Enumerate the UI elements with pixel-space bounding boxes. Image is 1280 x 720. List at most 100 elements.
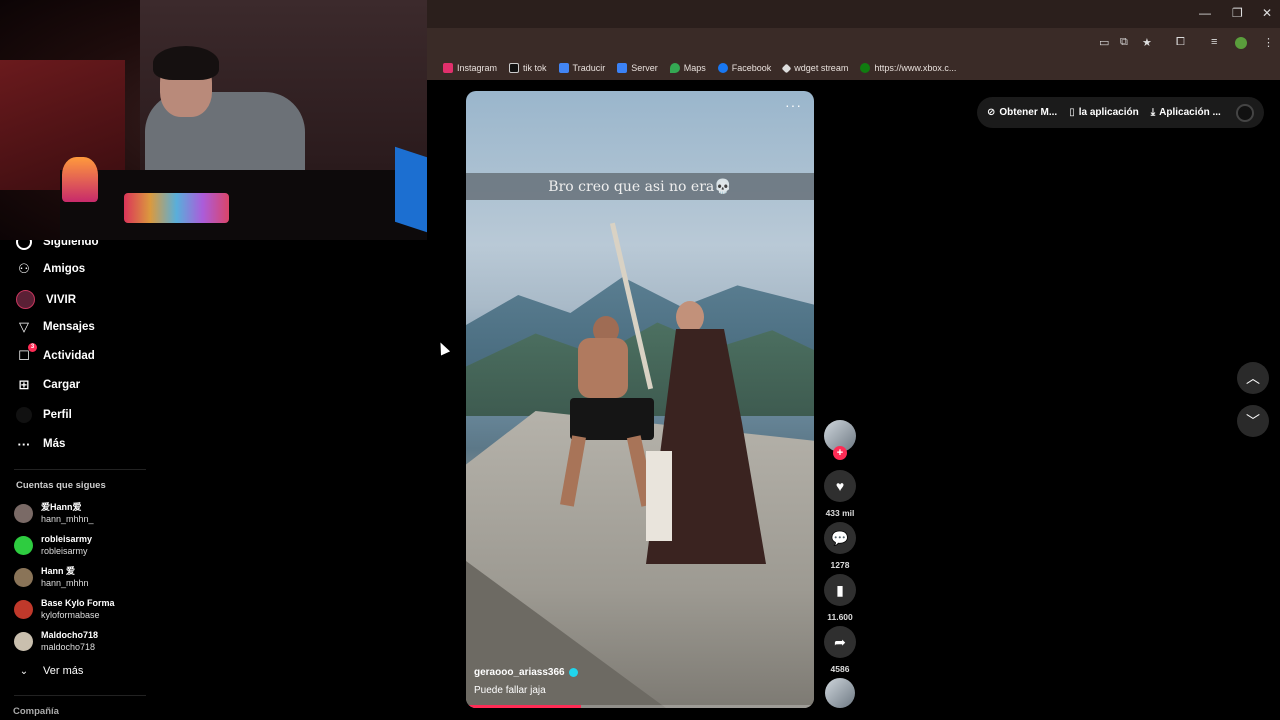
pill-label: Aplicación ... xyxy=(1159,107,1221,118)
get-app-button[interactable]: ▯ la aplicación xyxy=(1069,107,1139,118)
account-handle: maldocho718 xyxy=(41,642,96,652)
sidebar-item-label: Amigos xyxy=(43,263,86,275)
video-description: Puede fallar jaja xyxy=(474,685,546,696)
bookmark-tiktok[interactable]: tik tok xyxy=(503,58,553,78)
bookmark-label: wdget stream xyxy=(794,63,849,73)
bookmark-label: https://www.xbox.c... xyxy=(874,63,957,73)
bookmark-star-icon[interactable]: ★ xyxy=(1142,36,1152,49)
bookmark-widget-stream[interactable]: wdget stream xyxy=(777,58,854,78)
save-count: 11.600 xyxy=(827,612,853,622)
share-button[interactable]: ➦ 4586 xyxy=(822,626,858,674)
restore-icon[interactable]: ❐ xyxy=(1232,6,1243,20)
media-icon[interactable]: ≡ xyxy=(1211,36,1217,48)
fighter-torso xyxy=(578,338,628,398)
account-handle: kyloformabase xyxy=(41,610,100,620)
sidebar-item-label: Cargar xyxy=(43,379,81,391)
like-button[interactable]: ♥ 433 mil xyxy=(822,470,858,518)
bookmark-instagram[interactable]: Instagram xyxy=(437,58,503,78)
widget-icon xyxy=(781,63,792,73)
webcam-overlay xyxy=(0,0,427,240)
bookmarks-bar: Instagram tik tok Traducir Server Maps F… xyxy=(427,56,1280,80)
account-handle: hann_mhhn_ xyxy=(41,514,94,524)
see-more-button[interactable]: ⌄ Ver más xyxy=(16,663,84,679)
video-more-options-icon[interactable]: ··· xyxy=(785,97,802,113)
webcam-desk xyxy=(60,170,427,240)
bookmark-label: tik tok xyxy=(523,63,547,73)
bookmark-xbox[interactable]: https://www.xbox.c... xyxy=(854,58,962,78)
browser-toolbar xyxy=(427,28,1280,56)
live-icon xyxy=(16,290,35,309)
sidebar-divider xyxy=(14,695,146,696)
sidebar-item-profile[interactable]: Perfil xyxy=(16,407,72,423)
account-name: Base Kylo Forma xyxy=(41,598,115,608)
chevron-down-icon: ﹀ xyxy=(1246,413,1260,429)
bookmark-label: Facebook xyxy=(731,63,772,73)
account-handle: hann_mhhn xyxy=(41,578,89,588)
cast-icon[interactable]: ▭ xyxy=(1099,36,1109,49)
video-player[interactable]: ··· Bro creo que asi no era💀 geraooo_ari… xyxy=(466,91,814,708)
account-item[interactable]: robleisarmy robleisarmy xyxy=(14,533,92,557)
video-author[interactable]: geraooo_ariass366 xyxy=(474,667,578,678)
account-item[interactable]: Base Kylo Forma kyloformabase xyxy=(14,597,115,621)
maps-icon xyxy=(669,63,680,73)
sidebar-item-more[interactable]: ··· Más xyxy=(16,436,66,452)
server-icon xyxy=(617,63,628,73)
avatar xyxy=(14,567,33,587)
more-icon: ··· xyxy=(17,436,31,452)
extensions-icon[interactable]: ⧠ xyxy=(1176,36,1185,49)
close-icon[interactable]: ✕ xyxy=(1262,6,1272,20)
desktop-app-button[interactable]: ⤓ Aplicación ... xyxy=(1151,107,1221,118)
minimize-icon[interactable]: — xyxy=(1199,6,1211,20)
sidebar: Siguiendo ⚇ Amigos VIVIR ▽ Mensajes ☐ 3 A… xyxy=(0,234,160,720)
follow-plus-icon[interactable]: + xyxy=(833,446,847,460)
bookmark-label: Traducir xyxy=(572,63,606,73)
heart-icon: ♥ xyxy=(824,470,856,502)
download-icon: ⤓ xyxy=(1150,107,1156,118)
account-item[interactable]: 爱Hann爱 hann_mhhn_ xyxy=(14,501,94,525)
menu-icon[interactable]: ⋮ xyxy=(1263,36,1274,49)
share-count: 4586 xyxy=(830,664,850,674)
monk-head xyxy=(676,301,704,333)
pill-label: Obtener M... xyxy=(999,107,1058,118)
sidebar-item-label: Más xyxy=(43,438,66,450)
profile-icon xyxy=(16,407,32,423)
author-name: geraooo_ariass366 xyxy=(474,667,565,678)
account-item[interactable]: Maldocho718 maldocho718 xyxy=(14,629,98,653)
get-coins-button[interactable]: ⊘ Obtener M... xyxy=(987,107,1057,118)
sidebar-item-messages[interactable]: ▽ Mensajes xyxy=(16,319,95,335)
sidebar-item-upload[interactable]: ⊞ Cargar xyxy=(16,377,81,393)
share-icon: ➦ xyxy=(824,626,856,658)
sidebar-item-activity[interactable]: ☐ 3 Actividad xyxy=(16,343,95,364)
profile-avatar-icon[interactable] xyxy=(1235,37,1247,49)
video-caption: Bro creo que asi no era💀 xyxy=(466,173,814,200)
sidebar-item-label: Mensajes xyxy=(43,321,95,333)
sound-disc-icon xyxy=(825,678,855,708)
account-item[interactable]: Hann 爱 hann_mhhn xyxy=(14,565,89,589)
bookmark-facebook[interactable]: Facebook xyxy=(712,58,778,78)
company-link[interactable]: Compañía xyxy=(13,706,59,717)
user-avatar[interactable] xyxy=(1236,103,1254,122)
bookmark-traducir[interactable]: Traducir xyxy=(553,58,612,78)
sidebar-divider xyxy=(14,469,146,470)
translate-page-icon[interactable]: ⧉ xyxy=(1120,36,1128,49)
bookmark-maps[interactable]: Maps xyxy=(664,58,712,78)
sidebar-item-label: Actividad xyxy=(43,350,95,362)
creator-avatar-button[interactable]: + xyxy=(822,420,858,460)
video-progress-bar[interactable] xyxy=(466,705,814,708)
facebook-icon xyxy=(717,63,728,73)
video-progress-fill xyxy=(466,705,581,708)
avatar xyxy=(14,631,33,651)
bookmark-label: Server xyxy=(631,63,658,73)
next-video-button[interactable]: ﹀ xyxy=(1237,405,1269,437)
comment-button[interactable]: 💬 1278 xyxy=(822,522,858,570)
verified-icon xyxy=(568,668,578,677)
previous-video-button[interactable]: ︿ xyxy=(1237,362,1269,394)
sound-avatar-button[interactable] xyxy=(822,678,858,708)
bookmark-server[interactable]: Server xyxy=(611,58,664,78)
account-name: 爱Hann爱 xyxy=(41,502,82,512)
avatar xyxy=(14,503,33,523)
sidebar-item-live[interactable]: VIVIR xyxy=(16,290,76,309)
sidebar-item-friends[interactable]: ⚇ Amigos xyxy=(16,261,85,277)
video-fighter xyxy=(560,316,656,516)
save-button[interactable]: ▮ 11.600 xyxy=(822,574,858,622)
